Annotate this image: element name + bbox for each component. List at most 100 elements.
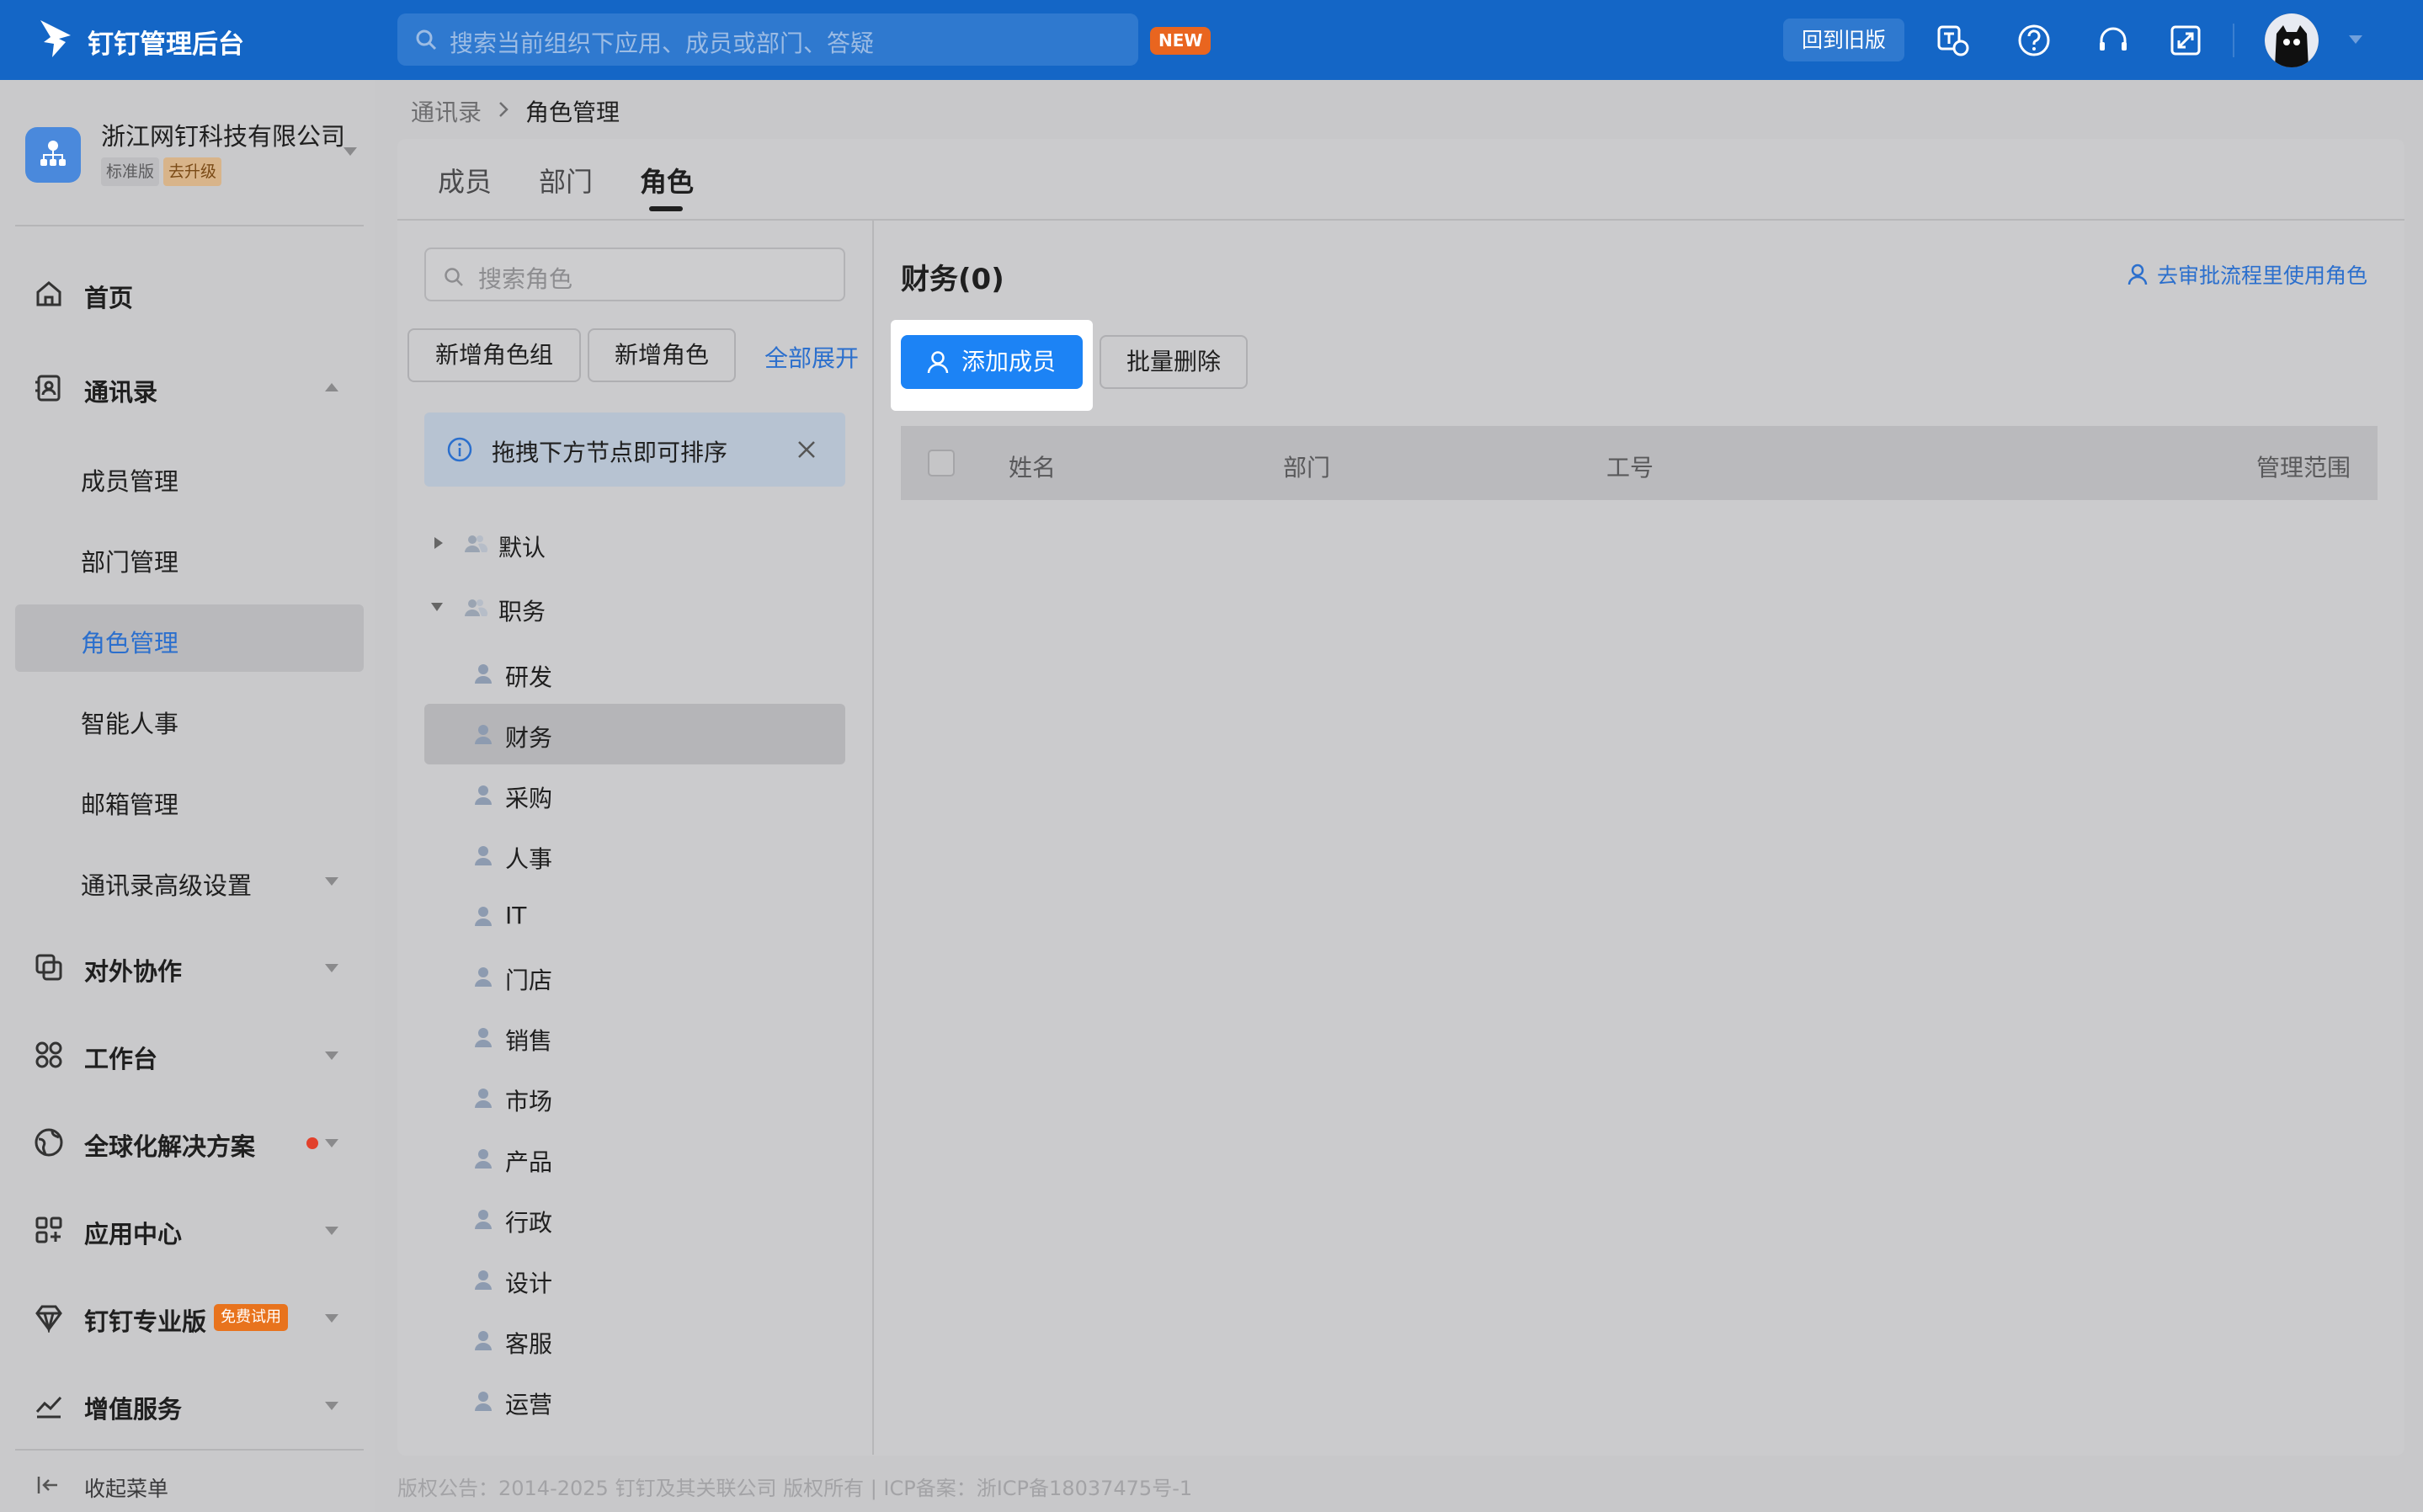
role-item[interactable]: 研发 xyxy=(424,643,845,704)
role-group-label: 默认 xyxy=(498,534,546,562)
role-icon xyxy=(475,1210,492,1229)
close-icon[interactable] xyxy=(795,438,818,461)
add-member-label: 添加成员 xyxy=(961,348,1057,375)
sidebar-item-globalization[interactable]: 全球化解决方案 xyxy=(15,1109,364,1176)
role-item[interactable]: 设计 xyxy=(424,1249,845,1310)
batch-delete-button[interactable]: 批量删除 xyxy=(1100,335,1248,389)
role-item[interactable]: 门店 xyxy=(424,946,845,1007)
sidebar-item-label: 增值服务 xyxy=(84,1395,183,1424)
search-placeholder: 搜索当前组织下应用、成员或部门、答疑 xyxy=(450,29,875,57)
role-item[interactable]: 运营 xyxy=(424,1371,845,1431)
sidebar-subitem-roles[interactable]: 角色管理 xyxy=(15,604,364,672)
top-bar: 钉钉管理后台 搜索当前组织下应用、成员或部门、答疑 NEW 回到旧版 xyxy=(0,0,2423,80)
role-label: 人事 xyxy=(505,845,553,873)
column-employee-id: 工号 xyxy=(1606,454,1654,482)
breadcrumb-parent[interactable]: 通讯录 xyxy=(411,94,482,128)
org-icon xyxy=(25,127,81,183)
fullscreen-icon[interactable] xyxy=(2167,22,2204,59)
avatar[interactable] xyxy=(2265,13,2319,67)
chevron-down-icon xyxy=(325,964,338,972)
sidebar: 浙江网钉科技有限公司 标准版 去升级 首页 通讯录 成员管理 部门管理 角色管理… xyxy=(0,80,375,1512)
role-item[interactable]: IT xyxy=(424,886,845,946)
contacts-icon xyxy=(35,375,61,402)
sidebar-subitem-members[interactable]: 成员管理 xyxy=(15,443,364,510)
sidebar-divider xyxy=(15,1449,364,1451)
role-label: 研发 xyxy=(505,663,553,691)
role-search-input[interactable]: 搜索角色 xyxy=(424,248,845,301)
role-item[interactable]: 产品 xyxy=(424,1128,845,1189)
panel-divider xyxy=(872,221,874,1455)
role-label: 运营 xyxy=(505,1391,553,1419)
role-group-positions[interactable]: 职务 xyxy=(424,578,845,638)
sidebar-item-label: 钉钉专业版 xyxy=(84,1307,207,1336)
tab-roles[interactable]: 角色 xyxy=(640,161,694,200)
role-item[interactable]: 销售 xyxy=(424,1007,845,1067)
sidebar-subitem-mailbox[interactable]: 邮箱管理 xyxy=(15,766,364,833)
collapse-icon xyxy=(37,1477,57,1493)
role-item[interactable]: 客服 xyxy=(424,1310,845,1371)
sidebar-item-home[interactable]: 首页 xyxy=(15,260,364,327)
role-group-default[interactable]: 默认 xyxy=(424,514,845,574)
approval-flow-link-label: 去审批流程里使用角色 xyxy=(2157,264,2368,288)
column-department: 部门 xyxy=(1283,454,1331,482)
account-chevron-down-icon[interactable] xyxy=(2349,35,2362,44)
headset-icon[interactable] xyxy=(2095,22,2132,59)
role-item[interactable]: 采购 xyxy=(424,764,845,825)
chevron-down-icon xyxy=(325,1051,338,1060)
org-switch-chevron-icon[interactable] xyxy=(343,147,357,156)
add-member-button[interactable]: 添加成员 xyxy=(901,335,1083,389)
sidebar-item-app-center[interactable]: 应用中心 xyxy=(15,1196,364,1264)
sidebar-subitem-label: 邮箱管理 xyxy=(81,791,179,819)
add-role-button[interactable]: 新增角色 xyxy=(588,328,736,382)
role-search-placeholder: 搜索角色 xyxy=(478,265,573,293)
upgrade-tag[interactable]: 去升级 xyxy=(163,157,222,186)
role-item[interactable]: 人事 xyxy=(424,825,845,886)
sidebar-subitem-advanced-settings[interactable]: 通讯录高级设置 xyxy=(15,847,364,914)
role-item[interactable]: 财务 xyxy=(424,704,845,764)
sidebar-item-contacts[interactable]: 通讯录 xyxy=(15,354,364,422)
chevron-up-icon xyxy=(325,383,338,391)
role-label: 门店 xyxy=(505,966,553,994)
notification-dot xyxy=(306,1137,318,1149)
role-icon xyxy=(475,1089,492,1108)
sidebar-item-external-collab[interactable]: 对外协作 xyxy=(15,934,364,1001)
tab-members[interactable]: 成员 xyxy=(438,161,492,200)
select-all-checkbox[interactable] xyxy=(928,450,955,476)
caret-right-icon xyxy=(434,537,443,549)
header-divider xyxy=(2233,24,2234,57)
sidebar-item-label: 工作台 xyxy=(84,1045,158,1073)
sidebar-item-label: 首页 xyxy=(84,284,134,312)
tab-departments[interactable]: 部门 xyxy=(539,161,593,200)
column-scope: 管理范围 xyxy=(2256,454,2351,482)
caret-down-icon xyxy=(431,603,443,611)
org-name[interactable]: 浙江网钉科技有限公司 xyxy=(101,117,345,152)
sidebar-divider xyxy=(15,225,364,226)
tip-text: 拖拽下方节点即可排序 xyxy=(492,439,728,466)
role-label: IT xyxy=(505,902,527,929)
edition-tag: 标准版 xyxy=(101,157,160,186)
role-item[interactable]: 行政 xyxy=(424,1189,845,1249)
collapse-menu-button[interactable]: 收起菜单 xyxy=(15,1462,364,1509)
role-icon xyxy=(475,1392,492,1411)
role-label: 市场 xyxy=(505,1088,553,1115)
diamond-icon xyxy=(35,1305,62,1333)
role-item[interactable]: 市场 xyxy=(424,1067,845,1128)
sidebar-item-workbench[interactable]: 工作台 xyxy=(15,1021,364,1089)
help-icon[interactable] xyxy=(2016,22,2053,59)
sidebar-subitem-smart-hr[interactable]: 智能人事 xyxy=(15,685,364,753)
new-badge: NEW xyxy=(1150,27,1212,55)
collapse-menu-label: 收起菜单 xyxy=(84,1477,169,1501)
expand-all-link[interactable]: 全部展开 xyxy=(764,340,859,374)
sidebar-item-value-added[interactable]: 增值服务 xyxy=(15,1371,364,1439)
chevron-down-icon xyxy=(325,1314,338,1323)
add-role-group-button[interactable]: 新增角色组 xyxy=(407,328,581,382)
role-label: 行政 xyxy=(505,1209,553,1237)
sidebar-item-pro-edition[interactable]: 钉钉专业版 免费试用 xyxy=(15,1284,364,1351)
globe-icon xyxy=(35,1128,63,1157)
user-icon xyxy=(927,351,949,374)
translate-icon[interactable] xyxy=(1935,22,1972,59)
sidebar-subitem-departments[interactable]: 部门管理 xyxy=(15,524,364,591)
free-trial-badge: 免费试用 xyxy=(214,1304,288,1331)
old-version-button[interactable]: 回到旧版 xyxy=(1783,19,1904,61)
global-search-input[interactable]: 搜索当前组织下应用、成员或部门、答疑 xyxy=(397,13,1138,66)
